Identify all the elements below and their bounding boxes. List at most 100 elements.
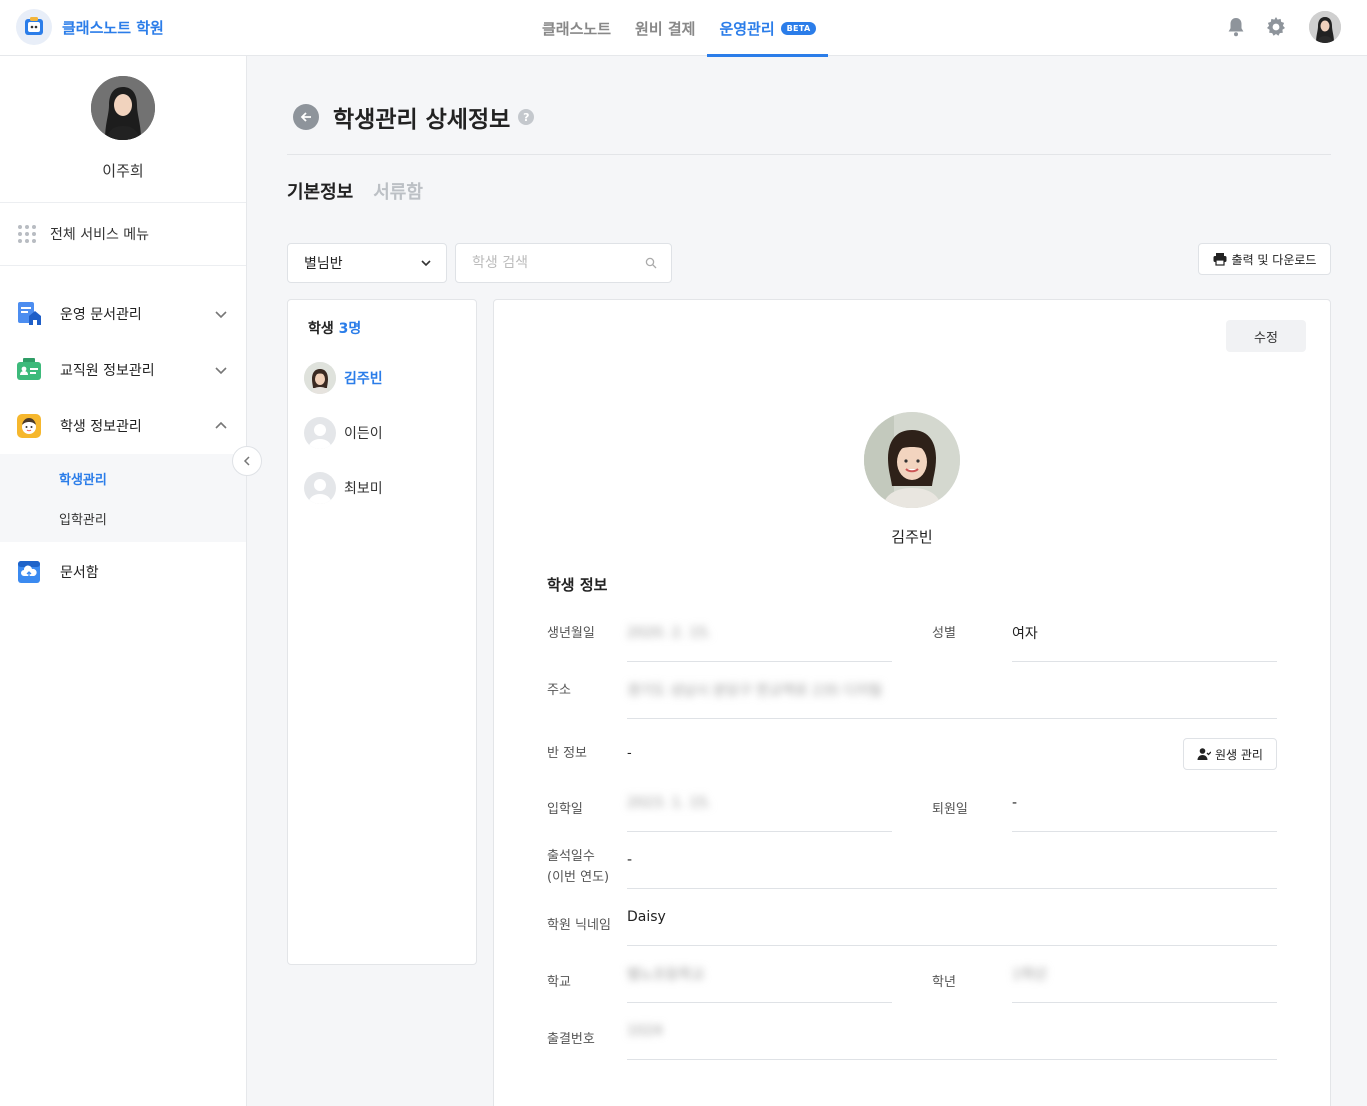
grade-value: 1학년 [1012,967,1047,983]
gender-value: 여자 [1012,626,1038,642]
brand-name: 클래스노트 학원 [62,18,164,37]
avatar[interactable] [91,76,155,140]
brand[interactable]: 클래스노트 학원 [16,9,164,45]
list-item-student[interactable]: 최보미 [304,472,383,504]
nav-label: 클래스노트 [542,19,612,38]
user-name: 이주희 [102,162,144,180]
list-item-student[interactable]: 이든이 [304,417,383,449]
address-label: 주소 [547,683,571,698]
enroll-value: 2023. 1. 15. [627,795,712,811]
sidebar-collapse-button[interactable] [232,446,262,476]
print-button-label: 출력 및 다운로드 [1231,252,1317,267]
leave-value: - [1012,795,1018,811]
school-field: 별노초등학교 [627,946,892,1003]
beta-badge: BETA [780,21,817,35]
birth-field: 2020. 2. 15. [627,605,892,662]
print-download-button[interactable]: 출력 및 다운로드 [1198,243,1331,275]
nav-classnote[interactable]: 클래스노트 [530,0,623,56]
enroll-label: 입학일 [547,802,583,817]
sidebar: 이주희 전체 서비스 메뉴 운영 문서관리 교직원 정보관리 학생 정보관리 학… [0,56,247,1106]
class-filter-select[interactable]: 별님반 [287,243,447,283]
field-row-school-grade: 학교 별노초등학교 학년 1학년 [547,946,1277,1003]
tab-basic-info[interactable]: 기본정보 [287,178,353,204]
all-services-menu[interactable]: 전체 서비스 메뉴 [0,203,246,266]
attendance-number-field: 1024 [627,1003,1277,1060]
sidebar-item-student-info[interactable]: 학생 정보관리 [0,398,246,454]
student-photo [864,412,960,508]
gender-field: 여자 [1012,605,1277,662]
divider [287,154,1331,155]
student-count-header: 학생 3명 [308,318,361,338]
nav-label: 원비 결제 [635,19,696,38]
attendance-label-line2: (이번 연도) [547,870,610,885]
attendance-field: - [627,832,1277,889]
tab-documents[interactable]: 서류함 [373,178,423,204]
nav-payment[interactable]: 원비 결제 [623,0,707,56]
field-row-address: 주소 경기도 성남시 분당구 판교역로 235 디지털 [547,662,1277,719]
student-name: 최보미 [344,481,383,497]
search-input[interactable] [472,255,645,271]
field-row-attendance: 출석일수 (이번 연도) - [547,832,1277,889]
folder-icon [16,559,42,585]
student-list-panel: 학생 3명 김주빈 이든이 최보미 [287,299,477,965]
field-row-birth-gender: 생년월일 2020. 2. 15. 성별 여자 [547,605,1277,662]
section-title: 학생 정보 [547,576,608,594]
leave-label: 퇴원일 [932,802,968,817]
grade-label: 학년 [932,975,956,990]
school-value: 별노초등학교 [627,967,705,983]
bell-icon[interactable] [1223,14,1249,40]
search-icon[interactable] [645,257,657,269]
edit-button[interactable]: 수정 [1226,320,1306,352]
gear-icon[interactable] [1263,14,1289,40]
chevron-left-icon [243,456,250,466]
sidebar-item-label: 운영 문서관리 [60,307,142,323]
back-arrow-icon[interactable] [293,104,319,130]
avatar [304,362,336,394]
sidebar-subitem-admission-management[interactable]: 입학관리 [0,498,246,538]
help-icon[interactable]: ? [518,109,535,125]
management-button-label: 원생 관리 [1215,747,1263,762]
attendance-number-label: 출결번호 [547,1032,595,1047]
nickname-field: Daisy [627,889,1277,946]
attendance-number-value: 1024 [627,1023,663,1039]
sidebar-item-label: 학생 정보관리 [60,419,142,435]
birth-label: 생년월일 [547,626,595,641]
class-value: - [627,746,632,761]
tabs: 기본정보 서류함 [287,178,423,204]
student-management-button[interactable]: 원생 관리 [1183,738,1277,770]
gender-label: 성별 [932,626,956,641]
avatar [304,417,336,449]
printer-icon [1213,253,1227,266]
field-row-nickname: 학원 닉네임 Daisy [547,889,1277,946]
field-row-enroll-leave: 입학일 2023. 1. 15. 퇴원일 - [547,775,1277,832]
student-count: 3명 [338,321,362,337]
class-label: 반 정보 [547,746,588,761]
nickname-value: Daisy [627,909,666,925]
sidebar-item-label: 교직원 정보관리 [60,363,155,379]
nickname-label: 학원 닉네임 [547,918,611,933]
student-face-icon [16,413,42,439]
field-row-attendance-number: 출결번호 1024 [547,1003,1277,1060]
page-title: 학생관리 상세정보 [333,107,511,133]
main-nav: 클래스노트 원비 결제 운영관리 BETA [530,0,829,57]
chevron-down-icon [215,311,227,319]
chevron-up-icon [215,421,227,429]
sidebar-item-document-box[interactable]: 문서함 [0,544,246,600]
document-icon [16,301,42,327]
user-avatar[interactable] [1309,11,1341,43]
list-item-student[interactable]: 김주빈 [304,362,383,394]
sidebar-item-operation-docs[interactable]: 운영 문서관리 [0,286,246,342]
leave-field: - [1012,775,1277,832]
grid-icon [18,225,36,243]
chevron-down-icon [215,367,227,375]
student-search [455,243,672,283]
student-name: 이든이 [344,426,383,442]
sidebar-subitem-student-management[interactable]: 학생관리 [0,458,246,498]
student-name: 김주빈 [344,371,383,387]
student-detail-panel: 수정 김주빈 학생 정보 생년월일 2020. 2. 15. 성별 여자 주소 … [493,299,1331,1106]
top-bar: 클래스노트 학원 클래스노트 원비 결제 운영관리 BETA [0,0,1367,57]
nav-management[interactable]: 운영관리 BETA [707,0,829,57]
nav-label: 운영관리 [719,19,775,38]
profile: 이주희 [0,56,246,203]
sidebar-item-staff-info[interactable]: 교직원 정보관리 [0,342,246,398]
